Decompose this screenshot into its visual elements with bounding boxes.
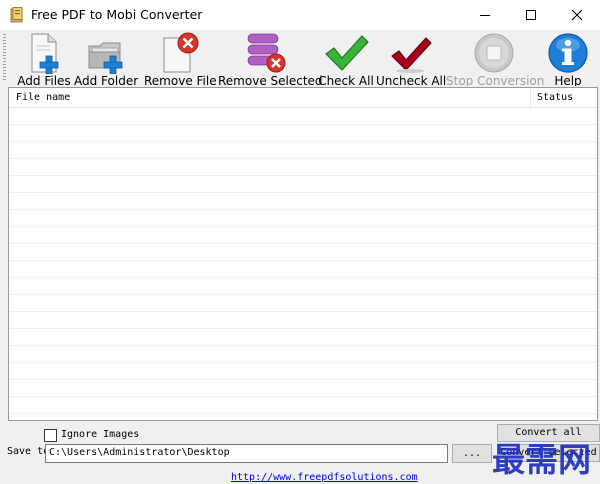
remove-selected-button[interactable]: Remove Selected	[218, 30, 323, 86]
ignore-images-checkbox[interactable]	[44, 429, 57, 442]
title-bar: Free PDF to Mobi Converter	[0, 0, 600, 30]
file-list-rows	[9, 108, 597, 420]
add-files-button[interactable]: Add Files	[14, 30, 74, 86]
add-folder-icon	[88, 42, 123, 74]
file-list-header: File name Status	[9, 88, 597, 108]
column-divider[interactable]	[530, 88, 531, 108]
remove-selected-label: Remove Selected	[218, 74, 323, 86]
browse-button[interactable]: ...	[452, 444, 492, 463]
remove-file-label: Remove File	[144, 74, 217, 86]
help-label: Help	[554, 74, 582, 86]
remove-file-button[interactable]: Remove File	[144, 30, 217, 86]
website-link[interactable]: http://www.freepdfsolutions.com	[231, 472, 418, 483]
minimize-button[interactable]	[462, 0, 508, 30]
remove-selected-icon	[247, 33, 286, 73]
maximize-button[interactable]	[508, 0, 554, 30]
maximize-icon	[526, 10, 536, 20]
help-button[interactable]: Help	[544, 30, 592, 86]
app-icon	[10, 7, 23, 23]
stop-conversion-label: Stop Conversion	[446, 74, 545, 86]
close-icon	[571, 9, 583, 21]
remove-file-icon	[163, 32, 199, 73]
window-title: Free PDF to Mobi Converter	[31, 7, 203, 22]
watermark-logo: 最需网	[492, 440, 591, 479]
check-all-button[interactable]: Check All	[318, 30, 374, 86]
close-button[interactable]	[554, 0, 600, 30]
add-folder-button[interactable]: Add Folder	[74, 30, 138, 86]
stop-conversion-button[interactable]: Stop Conversion	[446, 30, 545, 86]
add-files-icon	[31, 33, 59, 74]
save-to-input[interactable]: C:\Users\Administrator\Desktop	[45, 444, 448, 463]
toolbar-grip	[3, 34, 6, 82]
add-files-label: Add Files	[17, 74, 71, 86]
file-list[interactable]: File name Status	[8, 87, 598, 421]
uncheck-all-label: Uncheck All	[376, 74, 447, 86]
minimize-icon	[480, 15, 490, 16]
help-icon	[548, 33, 588, 73]
add-folder-label: Add Folder	[74, 74, 139, 86]
check-all-label: Check All	[318, 74, 374, 86]
ignore-images-label[interactable]: Ignore Images	[61, 429, 139, 440]
save-to-label: Save to	[7, 446, 50, 457]
stop-conversion-icon	[474, 33, 514, 73]
uncheck-all-icon	[391, 37, 432, 73]
column-header-file-name[interactable]: File name	[16, 92, 70, 103]
column-header-status[interactable]: Status	[537, 92, 573, 103]
uncheck-all-button[interactable]: Uncheck All	[376, 30, 447, 86]
toolbar: Add Files Add Folder Remove File Remove …	[0, 30, 600, 86]
check-all-icon	[325, 35, 369, 71]
watermark-text: 最需网	[492, 440, 591, 479]
